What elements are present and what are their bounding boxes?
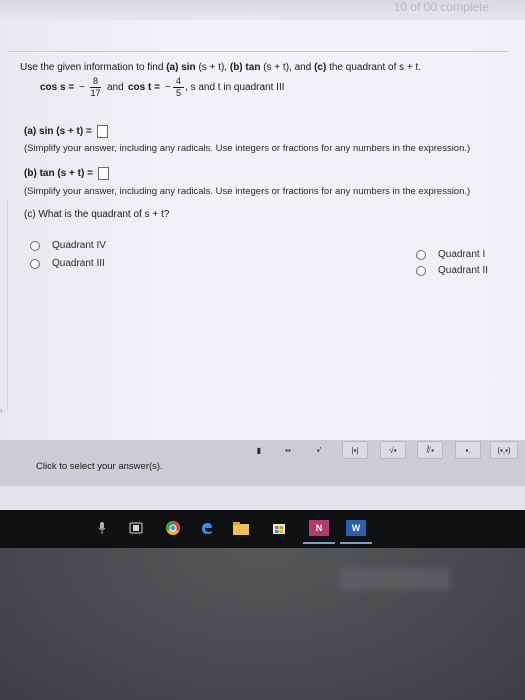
screen-reflection <box>340 568 450 590</box>
onenote-icon[interactable]: N <box>309 520 329 536</box>
given-tail: , s and t in quadrant III <box>185 82 285 93</box>
question-panel: Use the given information to find (a) si… <box>0 20 525 510</box>
active-indicator <box>303 542 335 544</box>
divider <box>8 51 508 52</box>
part-b-answer-box[interactable] <box>97 167 109 180</box>
cos-t-fraction: 4 5 <box>173 76 184 99</box>
side-edge <box>0 200 8 410</box>
minus-sign: − <box>165 82 171 93</box>
cos-t-label: cos t = <box>128 82 160 93</box>
radio-button[interactable] <box>416 265 426 276</box>
task-view-icon[interactable] <box>128 520 144 536</box>
nth-root-tool-icon[interactable]: ∛▪ <box>417 441 443 459</box>
exponent-tool-icon[interactable]: ▪' <box>306 441 332 459</box>
option-quadrant-iii[interactable]: Quadrant III <box>30 258 105 269</box>
part-a-line: (a) sin (s + t) = <box>24 125 108 138</box>
problem-statement: Use the given information to find (a) si… <box>20 62 422 73</box>
ordered-pair-tool-icon[interactable]: (▪,▪) <box>490 441 518 459</box>
minus-sign: − <box>79 82 85 93</box>
radio-button[interactable] <box>30 240 40 251</box>
option-quadrant-ii[interactable]: Quadrant II <box>416 265 488 276</box>
and-text: and <box>107 82 124 93</box>
status-footer <box>0 486 525 510</box>
radio-button[interactable] <box>30 258 40 269</box>
part-a-hint: (Simplify your answer, including any rad… <box>24 143 471 154</box>
part-a-expr: sin (s + t) = <box>39 126 92 138</box>
store-icon[interactable] <box>270 520 288 536</box>
microphone-icon[interactable] <box>96 520 108 536</box>
word-icon[interactable]: W <box>346 520 366 536</box>
fraction-tool-icon[interactable]: ▮ <box>246 441 272 459</box>
progress-text: 10 of 00 complete <box>393 0 489 14</box>
part-b-hint: (Simplify your answer, including any rad… <box>24 186 471 197</box>
cos-s-label: cos s = <box>40 82 75 93</box>
square-root-tool-icon[interactable]: √▪ <box>380 441 406 459</box>
top-bar: 10 of 00 complete <box>0 0 525 20</box>
part-a-answer-box[interactable] <box>96 125 108 138</box>
option-quadrant-iv[interactable]: Quadrant IV <box>30 240 106 251</box>
mixed-number-tool-icon[interactable]: ▪▪ <box>275 441 301 459</box>
edge-browser-icon[interactable] <box>198 520 216 536</box>
part-c-question: (c) What is the quadrant of s + t? <box>24 209 170 220</box>
absolute-value-tool-icon[interactable]: |▪| <box>342 441 368 459</box>
radio-button[interactable] <box>416 249 426 260</box>
footer-message: Click to select your answer(s). <box>36 461 163 472</box>
decimal-tool-icon[interactable]: ▪. <box>455 441 481 459</box>
file-explorer-icon[interactable] <box>232 520 250 536</box>
option-quadrant-i[interactable]: Quadrant I <box>416 249 485 260</box>
taskbar <box>0 510 525 548</box>
part-b-expr: tan (s + t) = <box>39 168 93 180</box>
chrome-icon[interactable] <box>163 520 183 536</box>
cos-s-fraction: 8 17 <box>90 76 101 98</box>
part-b-line: (b) tan (s + t) = <box>24 167 109 180</box>
active-indicator <box>340 542 372 544</box>
expand-arrow-icon[interactable]: › <box>0 406 3 415</box>
